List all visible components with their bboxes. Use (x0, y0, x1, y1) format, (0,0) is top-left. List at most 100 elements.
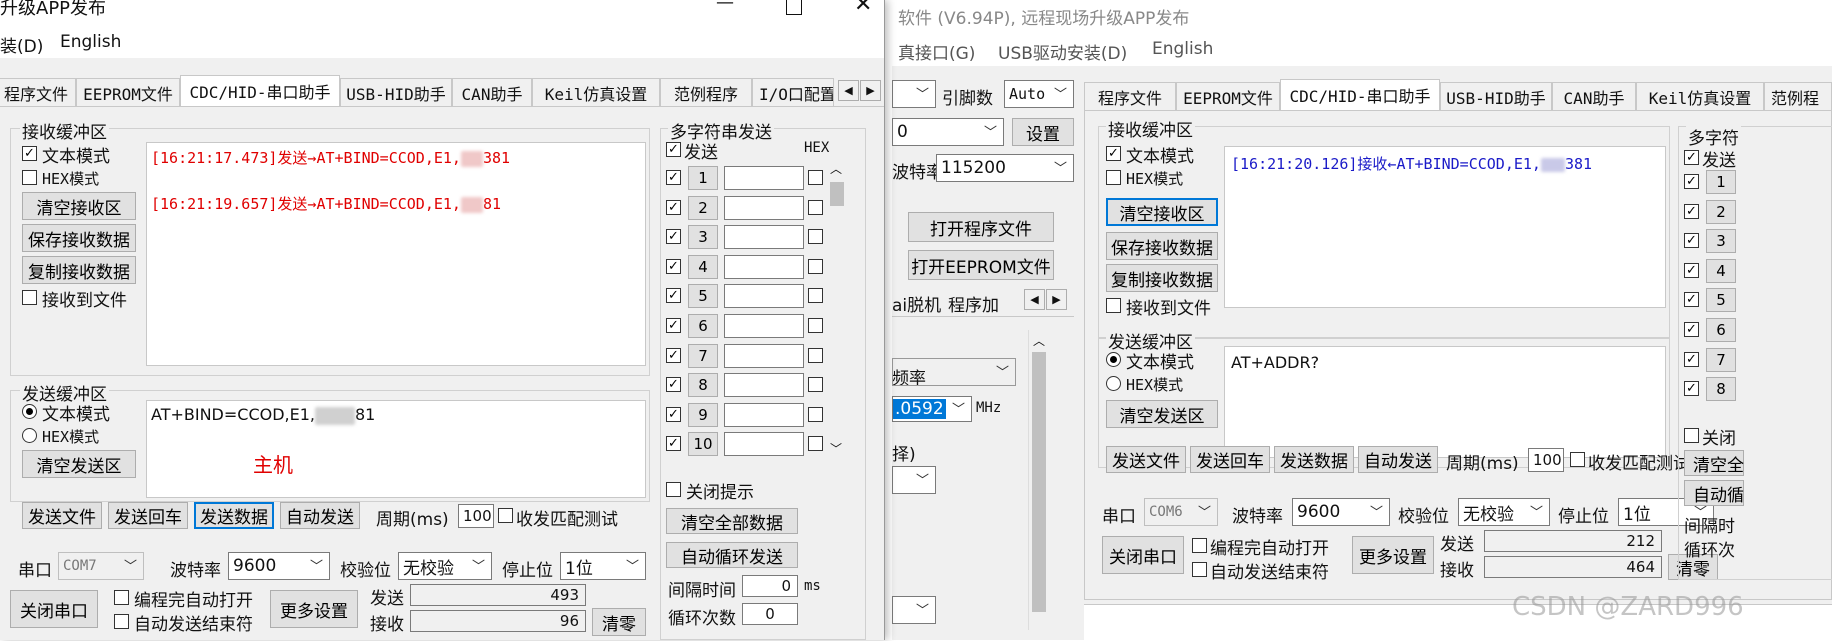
baud-select[interactable]: 9600 ﹀ (228, 552, 330, 580)
menu-install[interactable]: 装(D) (0, 32, 43, 57)
send-enter-button[interactable]: 发送回车 (108, 502, 188, 529)
scroll-up-icon[interactable]: ︿ (1033, 332, 1045, 349)
multi-row-send-button[interactable]: 7 (1706, 347, 1736, 372)
right-tab-can[interactable]: CAN助手 (1552, 82, 1636, 110)
right-close-tip-checkbox[interactable] (1684, 428, 1699, 443)
multi-row-checkbox[interactable]: ✓ (666, 170, 681, 185)
menu-english[interactable]: English (60, 32, 121, 52)
tab-usb-hid[interactable]: USB-HID助手 (340, 78, 452, 106)
multi-row-hex-checkbox[interactable] (808, 199, 823, 215)
right-tab-program-file[interactable]: 程序文件 (1084, 82, 1176, 110)
multi-row-input[interactable] (724, 284, 804, 309)
multi-row-checkbox[interactable]: ✓ (666, 229, 681, 245)
send-file-button[interactable]: 发送文件 (22, 502, 102, 529)
loop-count-input[interactable]: 0 (742, 603, 798, 625)
multi-row-send-button[interactable]: 7 (688, 343, 718, 368)
menu-sim-interface[interactable]: 真接口(G) (898, 39, 975, 64)
right-tab-usb-hid[interactable]: USB-HID助手 (1440, 82, 1552, 110)
multi-send-all-checkbox[interactable]: ✓ (666, 142, 681, 157)
right-auto-send-button[interactable]: 自动发送 (1358, 446, 1438, 473)
close-port-button[interactable]: 关闭串口 (10, 590, 98, 628)
interval-input[interactable]: 0 (742, 575, 798, 597)
multi-row-hex-checkbox[interactable] (808, 229, 823, 245)
multi-row-send-button[interactable]: 5 (688, 284, 718, 309)
right-auto-send-end-checkbox[interactable] (1192, 562, 1207, 577)
match-test-checkbox[interactable] (498, 508, 513, 523)
right-recv-to-file-checkbox[interactable] (1106, 298, 1121, 313)
minimize-icon[interactable]: — (716, 0, 734, 13)
right-tab-examples[interactable]: 范例程 (1764, 82, 1832, 110)
right-parity-select[interactable]: 无校验 ﹀ (1458, 498, 1550, 526)
multi-row-hex-checkbox[interactable] (808, 318, 823, 333)
multi-row-send-button[interactable]: 2 (688, 195, 718, 220)
right-close-port-button[interactable]: 关闭串口 (1102, 536, 1184, 574)
right-port-select[interactable]: COM6 ﹀ (1144, 498, 1218, 526)
tab-left-arrow[interactable]: ◀ (838, 80, 859, 101)
multi-row-send-button[interactable]: 1 (688, 166, 718, 190)
multi-row-hex-checkbox[interactable] (808, 288, 823, 304)
right-tab-eeprom-file[interactable]: EEPROM文件 (1176, 82, 1280, 110)
multi-row-send-button[interactable]: 5 (1706, 288, 1736, 313)
option-select-2[interactable]: ﹀ (892, 596, 936, 624)
right-send-data-button[interactable]: 发送数据 (1274, 446, 1354, 473)
tab-program-file[interactable]: 程序文件 (0, 78, 76, 106)
period-input[interactable]: 100 (458, 504, 494, 528)
right-send-enter-button[interactable]: 发送回车 (1190, 446, 1270, 473)
right-sub-scrollbar[interactable]: ︿ (1028, 330, 1049, 630)
right-tab-cdc-hid-serial[interactable]: CDC/HID-串口助手 (1280, 79, 1440, 110)
subtab-left-arrow[interactable]: ◀ (1024, 289, 1045, 310)
multi-row-input[interactable] (724, 225, 804, 250)
recv-to-file-checkbox[interactable] (22, 290, 37, 305)
right-baud-select[interactable]: 9600 ﹀ (1292, 498, 1390, 526)
multi-scroll-thumb[interactable] (830, 182, 844, 206)
tab-io-config[interactable]: I/O口配置 (752, 78, 834, 106)
multi-row-checkbox[interactable]: ✓ (666, 377, 681, 393)
recv-text-mode-checkbox[interactable]: ✓ (22, 146, 37, 161)
multi-row-checkbox[interactable]: ✓ (666, 436, 681, 452)
main-baud-select[interactable]: 115200 ﹀ (936, 154, 1074, 182)
multi-row-checkbox[interactable]: ✓ (666, 347, 681, 363)
multi-row-input[interactable] (724, 373, 804, 398)
multi-row-hex-checkbox[interactable] (808, 258, 823, 274)
menu-usb-driver[interactable]: USB驱动安装(D) (998, 39, 1127, 64)
right-save-recv-button[interactable]: 保存接收数据 (1106, 232, 1218, 260)
right-multi-send-all-checkbox[interactable]: ✓ (1684, 150, 1699, 165)
multi-row-send-button[interactable]: 3 (1706, 229, 1736, 254)
multi-row-hex-checkbox[interactable] (808, 436, 823, 452)
auto-open-checkbox[interactable] (114, 590, 129, 605)
auto-loop-send-button[interactable]: 自动循环发送 (666, 542, 798, 568)
multi-row-input[interactable] (724, 166, 804, 190)
right-clear-send-button[interactable]: 清空发送区 (1106, 400, 1218, 428)
multi-scrollbar[interactable]: ︿ ﹀ (828, 160, 846, 460)
multi-row-hex-checkbox[interactable] (808, 377, 823, 393)
recv-textarea[interactable]: [16:21:17.473]发送→AT+BIND=CCOD,E1, 381 [16… (146, 142, 646, 366)
tab-right-arrow[interactable]: ▶ (860, 80, 881, 101)
right-recv-text-mode-checkbox[interactable]: ✓ (1106, 146, 1121, 161)
clear-all-data-button[interactable]: 清空全部数据 (666, 508, 798, 534)
multi-row-input[interactable] (724, 402, 804, 427)
multi-row-send-button[interactable]: 9 (688, 402, 718, 427)
multi-row-send-button[interactable]: 6 (1706, 318, 1736, 342)
multi-scroll-up-icon[interactable]: ︿ (830, 160, 842, 177)
multi-row-send-button[interactable]: 3 (688, 225, 718, 250)
right-recv-textarea[interactable]: [16:21:20.126]接收←AT+BIND=CCOD,E1, 381 (1224, 146, 1666, 308)
multi-row-checkbox[interactable]: ✓ (1684, 233, 1699, 249)
clear-recv-button[interactable]: 清空接收区 (22, 192, 136, 220)
right-auto-loop-button[interactable]: 自动循 (1684, 480, 1744, 506)
multi-row-checkbox[interactable]: ✓ (1684, 262, 1699, 278)
multi-row-checkbox[interactable]: ✓ (1684, 351, 1699, 367)
send-textarea[interactable]: AT+BIND=CCOD,E1, 81 主机 (146, 400, 646, 498)
multi-row-send-button[interactable]: 1 (1706, 170, 1736, 194)
multi-scroll-down-icon[interactable]: ﹀ (830, 440, 842, 457)
multi-row-hex-checkbox[interactable] (808, 406, 823, 422)
combo-chip-type[interactable]: ﹀ (892, 80, 936, 108)
open-eeprom-button[interactable]: 打开EEPROM文件 (908, 250, 1054, 280)
tab-program-encrypt[interactable]: 程序加 (948, 291, 999, 316)
multi-row-hex-checkbox[interactable] (808, 347, 823, 363)
send-data-button[interactable]: 发送数据 (194, 502, 274, 529)
tab-can[interactable]: CAN助手 (452, 78, 532, 106)
multi-row-send-button[interactable]: 8 (1706, 377, 1736, 402)
clear-counts-button[interactable]: 清零 (592, 608, 646, 636)
recv-hex-mode-checkbox[interactable] (22, 170, 37, 185)
multi-row-checkbox[interactable]: ✓ (1684, 174, 1699, 189)
